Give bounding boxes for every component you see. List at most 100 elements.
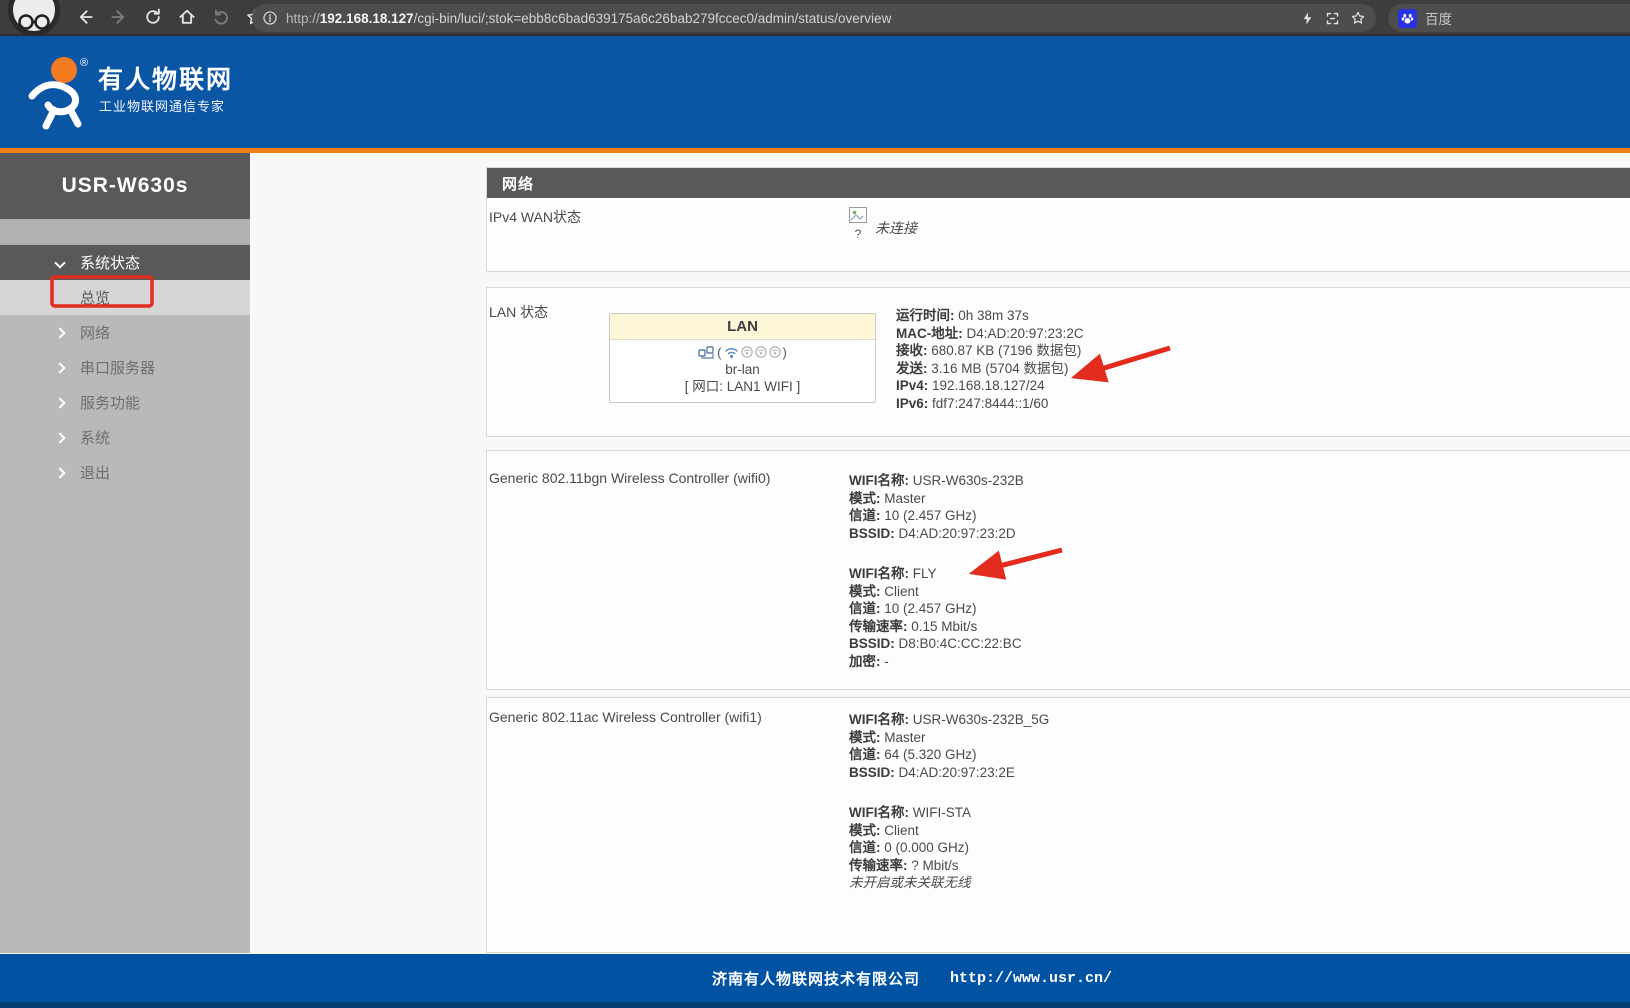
lan-interface-icons: ( )	[610, 343, 875, 361]
wifi-client-icon	[741, 346, 753, 358]
stat-line: WIFI名称: USR-W630s-232B_5G	[849, 711, 1049, 729]
chevron-right-icon	[54, 467, 65, 478]
stat-line: 模式: Client	[849, 583, 1024, 601]
home-button[interactable]	[174, 4, 200, 30]
stat-key: MAC-地址:	[896, 326, 963, 341]
sidebar-item[interactable]: 系统	[0, 420, 250, 455]
lan-status-label: LAN 状态	[489, 302, 548, 322]
sidebar-spacer	[0, 219, 250, 245]
stat-key: 接收:	[896, 343, 928, 358]
sidebar-active-label: 总览	[80, 287, 110, 308]
lightning-extension-icon[interactable]	[1300, 11, 1315, 26]
sidebar-item-label: 系统	[80, 427, 110, 448]
chevron-right-icon	[54, 397, 65, 408]
lan-bridge-name: br-lan	[610, 361, 875, 378]
wan-status-text: 未连接	[875, 218, 917, 238]
stat-key: WIFI名称:	[849, 805, 909, 820]
baidu-search-label: 百度	[1425, 8, 1452, 28]
footer-company: 济南有人物联网技术有限公司	[712, 968, 920, 989]
back-arrow-icon	[75, 7, 95, 27]
stat-value: 10 (2.457 GHz)	[881, 508, 977, 523]
brand-tagline: 工业物联网通信专家	[99, 96, 225, 115]
stat-key: WIFI名称:	[849, 712, 909, 727]
stat-line: IPv4: 192.168.18.127/24	[896, 377, 1084, 395]
lan-interface-card[interactable]: LAN ( ) br-lan [ 网口: LAN1 WIFI ]	[609, 313, 876, 403]
stat-line: 运行时间: 0h 38m 37s	[896, 307, 1084, 325]
baidu-logo-icon	[1398, 9, 1417, 28]
stat-key: 信道:	[849, 840, 881, 855]
footer-strip	[0, 1002, 1630, 1008]
stat-key: WIFI名称:	[849, 566, 909, 581]
stat-value: 0 (0.000 GHz)	[881, 840, 970, 855]
forward-arrow-icon	[109, 7, 129, 27]
stat-value: Client	[881, 584, 919, 599]
wan-status: ? 未连接	[849, 207, 917, 241]
ethernet-port-icon	[698, 346, 715, 359]
chevron-down-icon	[54, 257, 65, 268]
site-header: ® 有人物联网 工业物联网通信专家	[0, 36, 1630, 148]
sidebar-item-label: 退出	[80, 462, 110, 483]
lan-section: LAN 状态 LAN ( ) br-lan [ 网口: LAN1 WIFI ] …	[486, 287, 1630, 437]
bookmark-star-icon[interactable]	[1350, 10, 1366, 26]
lan-stats: 运行时间: 0h 38m 37sMAC-地址: D4:AD:20:97:23:2…	[896, 307, 1084, 412]
url-path: /cgi-bin/luci/;stok=ebb8c6bad639175a6c26…	[414, 11, 892, 26]
lan-card-title: LAN	[610, 314, 875, 340]
sidebar-group-label: 系统状态	[80, 252, 140, 273]
stat-value: ? Mbit/s	[908, 858, 959, 873]
stat-value: D4:AD:20:97:23:2E	[895, 765, 1015, 780]
stat-value: 3.16 MB (5704 数据包)	[928, 361, 1069, 376]
sidebar-item[interactable]: 退出	[0, 455, 250, 490]
stat-value: fdf7:247:8444::1/60	[928, 396, 1048, 411]
baidu-search-box[interactable]: 百度	[1388, 4, 1630, 32]
sidebar-item[interactable]: 网络	[0, 315, 250, 350]
usr-logo-icon: ®	[24, 52, 90, 132]
stat-line: 信道: 10 (2.457 GHz)	[849, 600, 1024, 618]
forward-button[interactable]	[106, 4, 132, 30]
stat-line: WIFI名称: FLY	[849, 565, 1024, 583]
address-bar[interactable]: http://192.168.18.127/cgi-bin/luci/;stok…	[252, 4, 1376, 32]
reload-button[interactable]	[140, 4, 166, 30]
stat-line: 信道: 64 (5.320 GHz)	[849, 746, 1049, 764]
url-host: 192.168.18.127	[320, 11, 414, 26]
wifi0-controller-label: Generic 802.11bgn Wireless Controller (w…	[489, 470, 770, 486]
sidebar-menu: 网络串口服务器服务功能系统退出	[0, 315, 250, 490]
stat-value: Master	[881, 491, 926, 506]
incognito-glasses-icon	[17, 13, 51, 31]
stat-value: USR-W630s-232B	[909, 473, 1024, 488]
stat-line: 信道: 0 (0.000 GHz)	[849, 839, 1049, 857]
sidebar-item[interactable]: 服务功能	[0, 385, 250, 420]
stat-line: 加密: -	[849, 653, 1024, 671]
stat-line: IPv6: fdf7:247:8444::1/60	[896, 395, 1084, 413]
chevron-right-icon	[54, 327, 65, 338]
brand-title: 有人物联网	[98, 60, 233, 96]
stat-line: 接收: 680.87 KB (7196 数据包)	[896, 342, 1084, 360]
undo-button[interactable]	[208, 4, 234, 30]
stat-line: 传输速率: 0.15 Mbit/s	[849, 618, 1024, 636]
home-icon	[177, 7, 197, 27]
stat-line: 模式: Master	[849, 729, 1049, 747]
stat-key: IPv4:	[896, 378, 928, 393]
stat-value: 0h 38m 37s	[955, 308, 1029, 323]
footer-url[interactable]: http://www.usr.cn/	[950, 970, 1112, 987]
sidebar-item-overview-active[interactable]: 总览	[0, 280, 250, 315]
sidebar-group-system-status[interactable]: 系统状态	[0, 245, 250, 280]
stat-key: IPv6:	[896, 396, 928, 411]
wifi0-client-stats: WIFI名称: FLY模式: Client信道: 10 (2.457 GHz)传…	[849, 565, 1024, 670]
sidebar-item[interactable]: 串口服务器	[0, 350, 250, 385]
back-button[interactable]	[72, 4, 98, 30]
lan-ports: [ 网口: LAN1 WIFI ]	[610, 378, 875, 395]
screenshot-extension-icon[interactable]	[1325, 11, 1340, 26]
stat-value: 未开启或未关联无线	[849, 875, 971, 890]
stat-key: 传输速率:	[849, 619, 908, 634]
info-icon[interactable]	[262, 10, 278, 26]
sidebar-item-label: 串口服务器	[80, 357, 155, 378]
stat-key: 信道:	[849, 508, 881, 523]
stat-key: BSSID:	[849, 636, 895, 651]
sidebar-item-label: 网络	[80, 322, 110, 343]
stat-line: 信道: 10 (2.457 GHz)	[849, 507, 1024, 525]
wifi0-master-stats: WIFI名称: USR-W630s-232B模式: Master信道: 10 (…	[849, 472, 1024, 542]
wifi1-master-stats: WIFI名称: USR-W630s-232B_5G模式: Master信道: 6…	[849, 711, 1049, 781]
wifi-client-icon	[755, 346, 767, 358]
stat-value: 680.87 KB (7196 数据包)	[928, 343, 1082, 358]
stat-line: WIFI名称: USR-W630s-232B	[849, 472, 1024, 490]
